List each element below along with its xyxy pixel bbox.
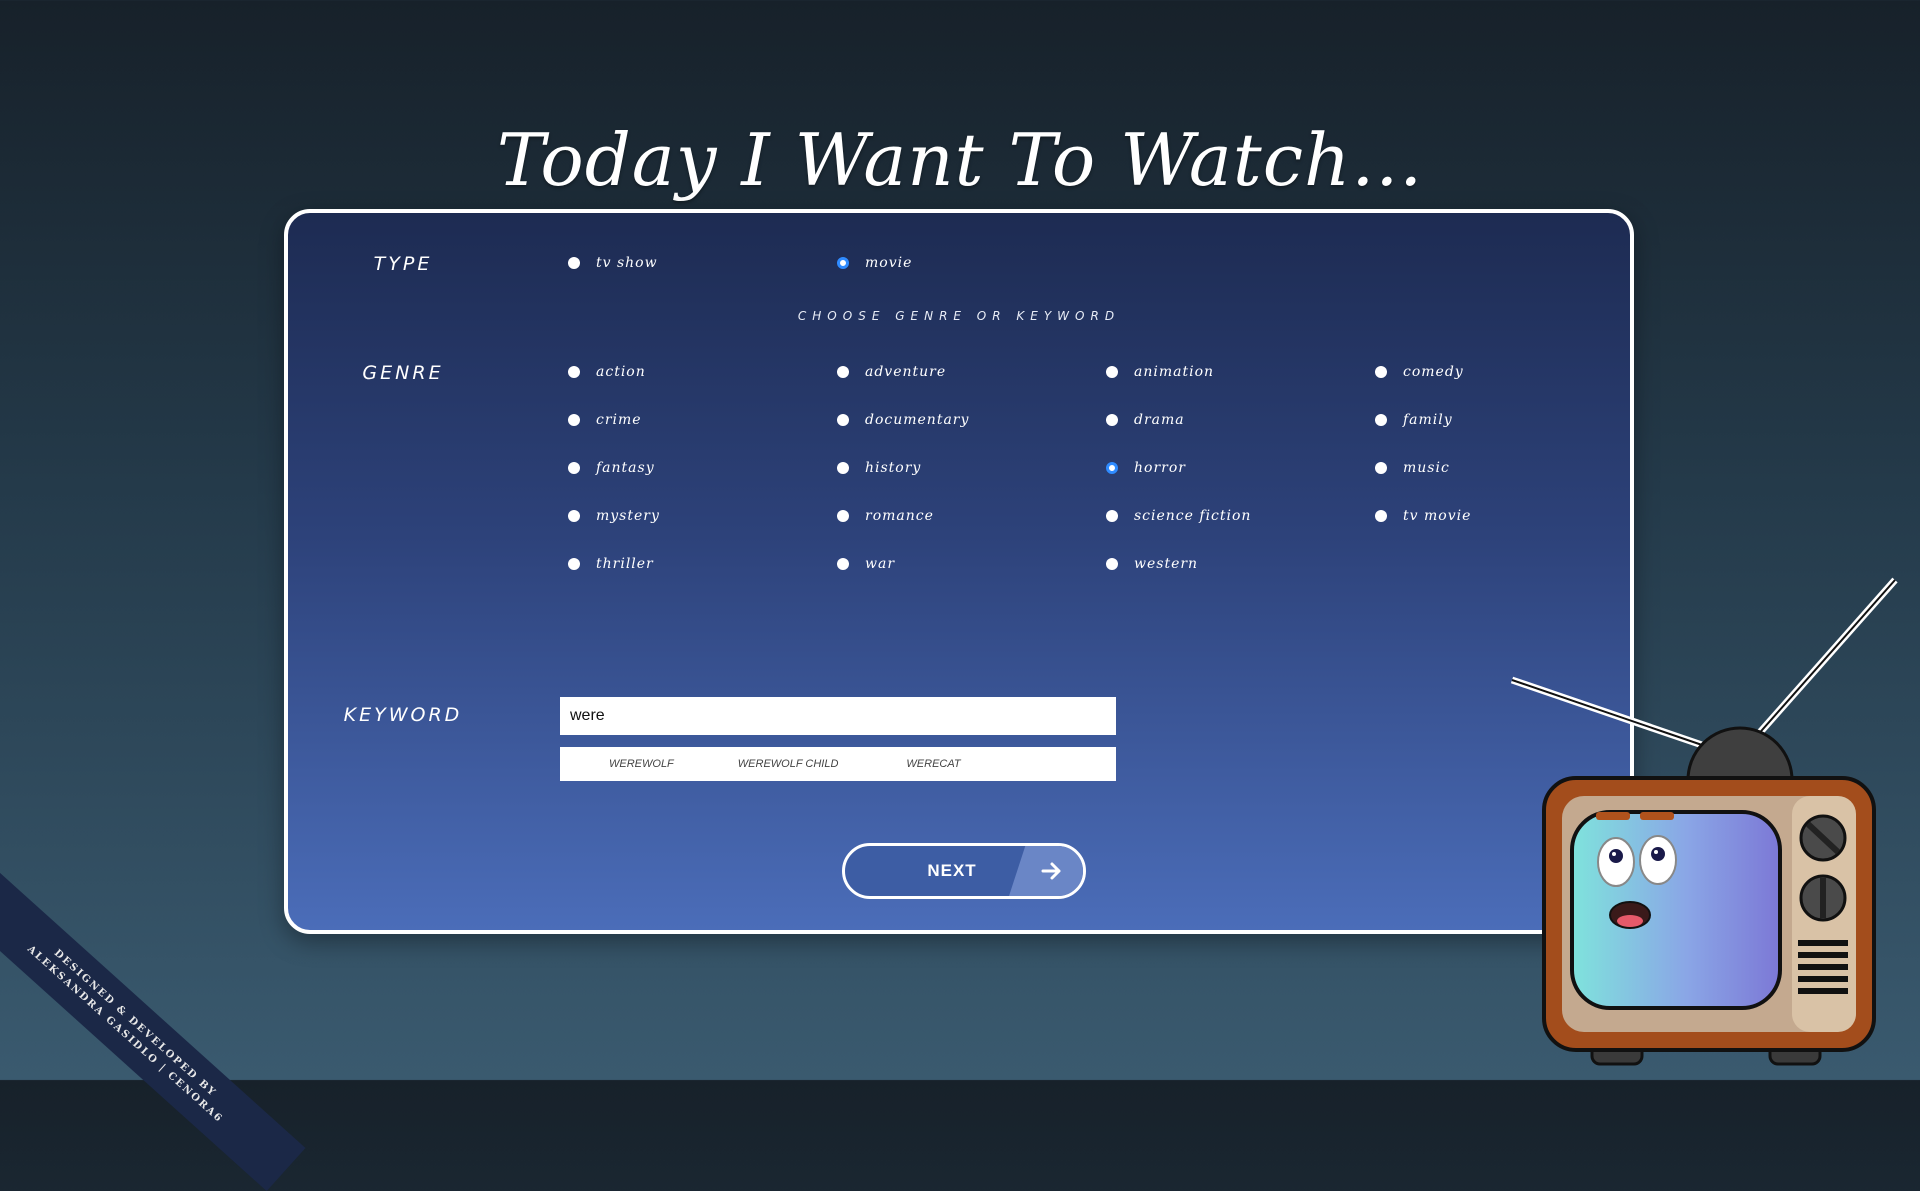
keyword-suggestions: WEREWOLF WEREWOLF CHILD WERECAT xyxy=(560,747,1116,781)
genre-option-tv-movie[interactable]: tv movie xyxy=(1375,508,1471,524)
page-title: Today I Want To Watch... xyxy=(496,118,1424,202)
radio-tv-movie[interactable] xyxy=(1375,510,1387,522)
genre-option-romance[interactable]: romance xyxy=(837,508,934,524)
genre-option-label: thriller xyxy=(596,556,654,572)
choose-hint: CHOOSE GENRE OR KEYWORD xyxy=(797,309,1121,323)
genre-option-label: documentary xyxy=(865,412,970,428)
radio-animation[interactable] xyxy=(1106,366,1118,378)
radio-action[interactable] xyxy=(568,366,580,378)
genre-option-label: horror xyxy=(1134,460,1186,476)
tv-mascot-icon xyxy=(1510,577,1898,1066)
radio-crime[interactable] xyxy=(568,414,580,426)
type-option-label: tv show xyxy=(596,255,658,271)
type-label: TYPE xyxy=(373,253,433,275)
genre-option-label: drama xyxy=(1134,412,1185,428)
genre-option-horror[interactable]: horror xyxy=(1106,460,1186,476)
radio-adventure[interactable] xyxy=(837,366,849,378)
genre-option-label: war xyxy=(865,556,896,572)
genre-option-label: tv movie xyxy=(1403,508,1472,524)
radio-comedy[interactable] xyxy=(1375,366,1387,378)
genre-option-mystery[interactable]: mystery xyxy=(568,508,660,524)
genre-option-label: romance xyxy=(865,508,934,524)
genre-option-label: fantasy xyxy=(596,460,655,476)
genre-option-action[interactable]: action xyxy=(568,364,646,380)
genre-option-history[interactable]: history xyxy=(837,460,921,476)
genre-option-animation[interactable]: animation xyxy=(1106,364,1214,380)
credit-line-1: DESIGNED & DEVELOPED BY xyxy=(51,947,219,1100)
genre-option-documentary[interactable]: documentary xyxy=(837,412,969,428)
genre-option-drama[interactable]: drama xyxy=(1106,412,1185,428)
radio-drama[interactable] xyxy=(1106,414,1118,426)
genre-option-thriller[interactable]: thriller xyxy=(568,556,654,572)
radio-romance[interactable] xyxy=(837,510,849,522)
radio-family[interactable] xyxy=(1375,414,1387,426)
genre-option-family[interactable]: family xyxy=(1375,412,1453,428)
keyword-label: KEYWORD xyxy=(343,704,463,726)
genre-option-label: family xyxy=(1403,412,1453,428)
genre-option-adventure[interactable]: adventure xyxy=(837,364,946,380)
radio-tv-show[interactable] xyxy=(568,257,580,269)
next-button[interactable]: NEXT xyxy=(842,843,1086,899)
type-option-movie[interactable]: movie xyxy=(837,255,912,271)
radio-horror[interactable] xyxy=(1106,462,1118,474)
type-option-tv-show[interactable]: tv show xyxy=(568,255,658,271)
genre-option-label: mystery xyxy=(596,508,660,524)
genre-option-label: history xyxy=(865,460,922,476)
radio-documentary[interactable] xyxy=(837,414,849,426)
radio-fantasy[interactable] xyxy=(568,462,580,474)
genre-option-label: music xyxy=(1403,460,1450,476)
genre-option-music[interactable]: music xyxy=(1375,460,1450,476)
radio-history[interactable] xyxy=(837,462,849,474)
genre-option-label: science fiction xyxy=(1134,508,1252,524)
radio-science-fiction[interactable] xyxy=(1106,510,1118,522)
radio-thriller[interactable] xyxy=(568,558,580,570)
radio-music[interactable] xyxy=(1375,462,1387,474)
genre-option-label: comedy xyxy=(1403,364,1464,380)
radio-mystery[interactable] xyxy=(568,510,580,522)
genre-option-label: western xyxy=(1134,556,1199,572)
genre-option-comedy[interactable]: comedy xyxy=(1375,364,1464,380)
genre-option-label: adventure xyxy=(865,364,947,380)
credit-ribbon: DESIGNED & DEVELOPED BY ALEKSANDRA GASID… xyxy=(0,866,306,1191)
credit-line-2: ALEKSANDRA GASIDLO | CENORA6 xyxy=(25,943,225,1126)
suggestion-item[interactable]: WERECAT xyxy=(906,758,960,770)
genre-option-western[interactable]: western xyxy=(1106,556,1198,572)
genre-option-label: crime xyxy=(596,412,642,428)
watch-form-panel: TYPE tv show movie CHOOSE GENRE OR KEYWO… xyxy=(284,209,1634,934)
genre-option-crime[interactable]: crime xyxy=(568,412,642,428)
radio-war[interactable] xyxy=(837,558,849,570)
suggestion-item[interactable]: WEREWOLF CHILD xyxy=(738,758,839,770)
keyword-input[interactable] xyxy=(560,697,1116,735)
genre-label: GENRE xyxy=(362,362,444,384)
radio-movie[interactable] xyxy=(837,257,849,269)
genre-option-label: action xyxy=(596,364,646,380)
genre-option-science-fiction[interactable]: science fiction xyxy=(1106,508,1251,524)
genre-option-fantasy[interactable]: fantasy xyxy=(568,460,655,476)
type-option-label: movie xyxy=(865,255,913,271)
genre-option-label: animation xyxy=(1134,364,1215,380)
radio-western[interactable] xyxy=(1106,558,1118,570)
suggestion-item[interactable]: WEREWOLF xyxy=(609,758,674,770)
genre-option-war[interactable]: war xyxy=(837,556,895,572)
